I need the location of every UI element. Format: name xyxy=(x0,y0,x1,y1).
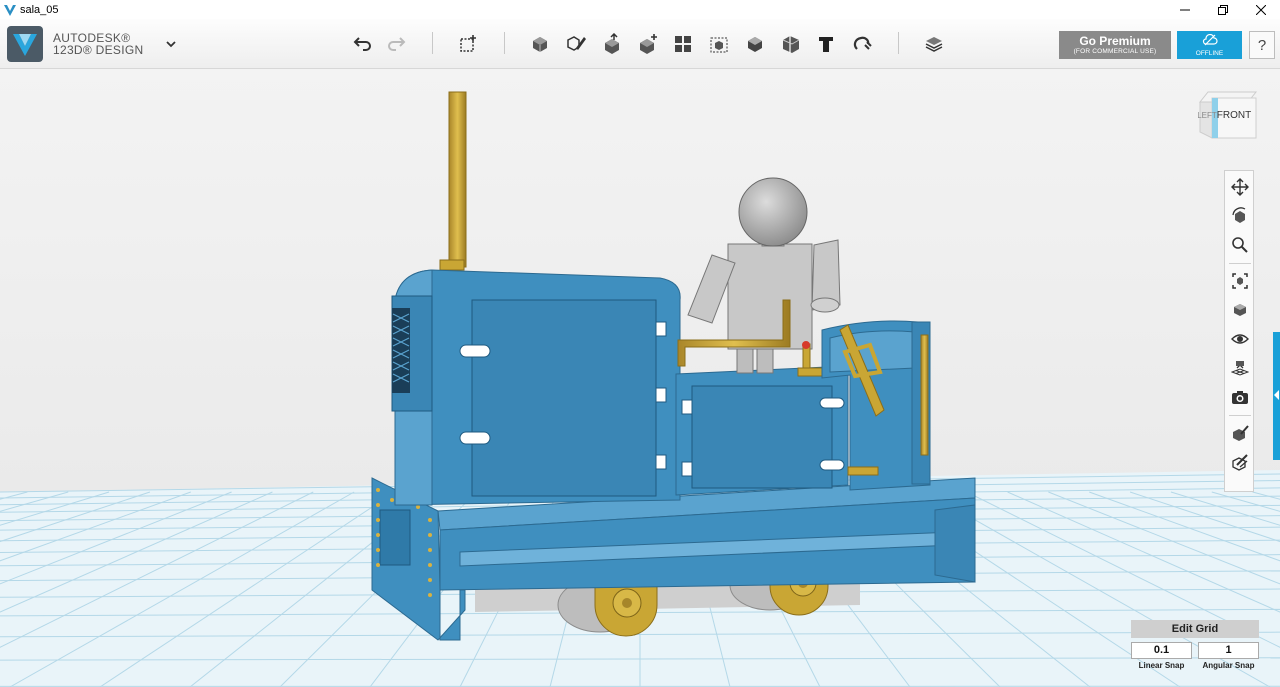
redo-icon xyxy=(388,37,406,51)
offline-label: OFFLINE xyxy=(1195,50,1224,57)
edit-grid-button[interactable]: Edit Grid xyxy=(1131,620,1259,638)
navbar-separator xyxy=(1229,415,1251,416)
sketch-icon xyxy=(567,36,586,51)
cab-door xyxy=(691,385,833,489)
app-logo-icon xyxy=(7,26,43,62)
measure-button[interactable] xyxy=(778,31,804,57)
visibility-button[interactable] xyxy=(1228,327,1252,351)
material-icon xyxy=(925,37,943,52)
3d-viewport[interactable]: FRONT LEFT Edit Grid 0.1 1 Linear Snap A… xyxy=(0,69,1280,687)
minimize-icon xyxy=(1180,9,1190,10)
measure-icon xyxy=(782,36,800,53)
cab-handrail xyxy=(920,334,929,456)
pan-icon xyxy=(1231,178,1249,196)
snap-button[interactable] xyxy=(849,31,875,57)
foot-pedal xyxy=(847,466,879,476)
orbit-button[interactable] xyxy=(1228,204,1252,228)
exhaust-base xyxy=(439,259,465,271)
lever-red-tip xyxy=(802,341,810,349)
grouping-button[interactable] xyxy=(706,31,732,57)
chevron-left-icon xyxy=(1274,390,1279,400)
view-cube-front-label: FRONT xyxy=(1217,110,1251,121)
edit-grid-panel: Edit Grid 0.1 1 Linear Snap Angular Snap xyxy=(1131,620,1259,682)
go-premium-button[interactable]: Go Premium (FOR COMMERCIAL USE) xyxy=(1059,31,1171,59)
fit-button[interactable] xyxy=(1228,269,1252,293)
zoom-icon xyxy=(1232,237,1248,253)
main-toolbar: AUTODESK® 123D® DESIGN Go Premium (FOR C… xyxy=(0,19,1280,69)
modify-button[interactable] xyxy=(635,31,661,57)
material-display-button[interactable] xyxy=(1228,421,1252,445)
navbar-separator xyxy=(1229,263,1251,264)
window-title: sala_05 xyxy=(20,3,59,16)
offline-status-button[interactable]: OFFLINE xyxy=(1177,31,1242,59)
toolbar-separator xyxy=(504,32,505,54)
toolbar-separator xyxy=(432,32,433,54)
side-panel-toggle[interactable] xyxy=(1273,332,1280,460)
sketch-button[interactable] xyxy=(563,31,589,57)
view-options-icon xyxy=(1234,304,1246,316)
redo-button[interactable] xyxy=(384,31,410,57)
construct-icon xyxy=(605,33,619,54)
combine-icon xyxy=(748,37,762,52)
close-icon xyxy=(1256,4,1266,15)
app-menu[interactable]: AUTODESK® 123D® DESIGN xyxy=(7,26,176,62)
chevron-down-icon xyxy=(166,41,176,48)
buffer-plate xyxy=(379,509,411,566)
title-bar: sala_05 xyxy=(0,0,1280,19)
premium-sublabel: (FOR COMMERCIAL USE) xyxy=(1073,48,1157,55)
navigation-bar xyxy=(1224,170,1254,492)
toolbar-separator xyxy=(898,32,899,54)
text-icon xyxy=(819,37,833,52)
lever-base xyxy=(797,367,823,377)
restore-button[interactable] xyxy=(1204,0,1242,19)
restore-icon xyxy=(1218,4,1228,15)
view-cube-left-label: LEFT xyxy=(1198,111,1217,120)
app-window: sala_05 AUTODESK® 123D® DESIGN Go Premiu… xyxy=(0,0,1280,687)
grid-icon xyxy=(1231,361,1249,376)
cloud-offline-icon xyxy=(1202,33,1218,46)
app-logo-icon xyxy=(4,4,16,16)
angular-snap-label: Angular Snap xyxy=(1202,661,1255,670)
orbit-icon xyxy=(1232,207,1246,223)
exhaust-pipe xyxy=(448,91,467,268)
screenshot-icon xyxy=(1232,391,1248,404)
rear-buffer xyxy=(934,504,976,583)
material-button[interactable] xyxy=(921,31,947,57)
angular-snap-input[interactable]: 1 xyxy=(1198,642,1259,659)
combine-button[interactable] xyxy=(742,31,768,57)
primitives-icon xyxy=(533,37,547,52)
primitives-button[interactable] xyxy=(527,31,553,57)
pan-button[interactable] xyxy=(1228,175,1252,199)
view-options-button[interactable] xyxy=(1228,298,1252,322)
snap-display-icon xyxy=(1232,454,1248,471)
undo-button[interactable] xyxy=(349,31,375,57)
fit-icon xyxy=(1232,273,1248,289)
minimize-button[interactable] xyxy=(1166,0,1204,19)
material-display-icon xyxy=(1233,425,1249,441)
help-button[interactable]: ? xyxy=(1249,31,1275,59)
linear-snap-input[interactable]: 0.1 xyxy=(1131,642,1192,659)
construct-button[interactable] xyxy=(599,31,625,57)
scene-canvas[interactable] xyxy=(0,69,1280,687)
transform-icon xyxy=(460,35,476,52)
brand-line-2: 123D® DESIGN xyxy=(53,43,144,57)
engine-door xyxy=(471,299,657,497)
linear-snap-label: Linear Snap xyxy=(1138,661,1185,670)
undo-icon xyxy=(353,37,371,51)
transform-button[interactable] xyxy=(456,31,482,57)
text-button[interactable] xyxy=(813,31,839,57)
pattern-button[interactable] xyxy=(670,31,696,57)
visibility-icon xyxy=(1231,334,1249,344)
pattern-icon xyxy=(675,36,691,52)
close-button[interactable] xyxy=(1242,0,1280,19)
grouping-icon xyxy=(710,37,728,53)
screenshot-button[interactable] xyxy=(1228,385,1252,409)
grid-button[interactable] xyxy=(1228,356,1252,380)
zoom-button[interactable] xyxy=(1228,233,1252,257)
snap-icon xyxy=(853,36,872,50)
premium-label: Go Premium xyxy=(1079,34,1151,48)
view-cube[interactable]: FRONT LEFT xyxy=(1198,88,1258,142)
modify-icon xyxy=(640,34,657,54)
snap-display-button[interactable] xyxy=(1228,450,1252,474)
